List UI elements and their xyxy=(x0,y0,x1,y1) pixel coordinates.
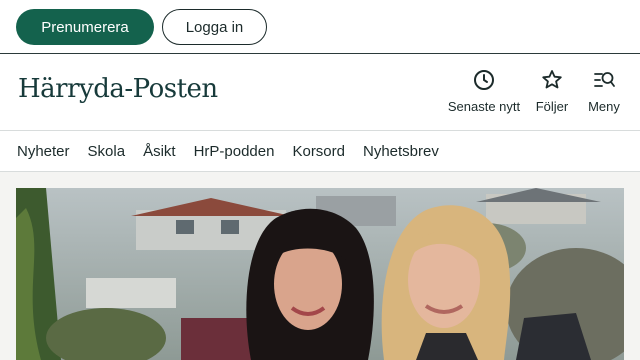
following-label: Följer xyxy=(535,99,569,114)
following-button[interactable]: Följer xyxy=(530,68,574,114)
nav-item-nyhetsbrev[interactable]: Nyhetsbrev xyxy=(363,143,439,160)
login-button[interactable]: Logga in xyxy=(162,9,267,45)
menu-search-icon xyxy=(594,72,615,87)
site-logo[interactable]: Härryda-Posten xyxy=(18,74,218,104)
main-content xyxy=(0,172,640,360)
hero-image[interactable] xyxy=(16,188,624,360)
nav-item-asikt[interactable]: Åsikt xyxy=(143,143,176,160)
latest-news-button[interactable]: Senaste nytt xyxy=(446,68,522,114)
star-icon xyxy=(542,70,562,89)
nav-item-hrp-podden[interactable]: HrP-podden xyxy=(194,143,275,160)
nav-item-skola[interactable]: Skola xyxy=(88,143,126,160)
clock-icon xyxy=(474,70,494,90)
menu-label: Meny xyxy=(588,99,620,114)
section-nav: Nyheter Skola Åsikt HrP-podden Korsord N… xyxy=(0,131,640,172)
menu-button[interactable]: Meny xyxy=(584,68,624,114)
subscribe-button[interactable]: Prenumerera xyxy=(16,9,154,45)
latest-news-label: Senaste nytt xyxy=(447,99,521,114)
top-bar: Prenumerera Logga in xyxy=(0,0,640,54)
masthead: Härryda-Posten Senaste nytt Följer Meny xyxy=(0,54,640,131)
nav-item-nyheter[interactable]: Nyheter xyxy=(17,143,70,160)
hero-photo xyxy=(16,188,624,360)
nav-item-korsord[interactable]: Korsord xyxy=(292,143,345,160)
